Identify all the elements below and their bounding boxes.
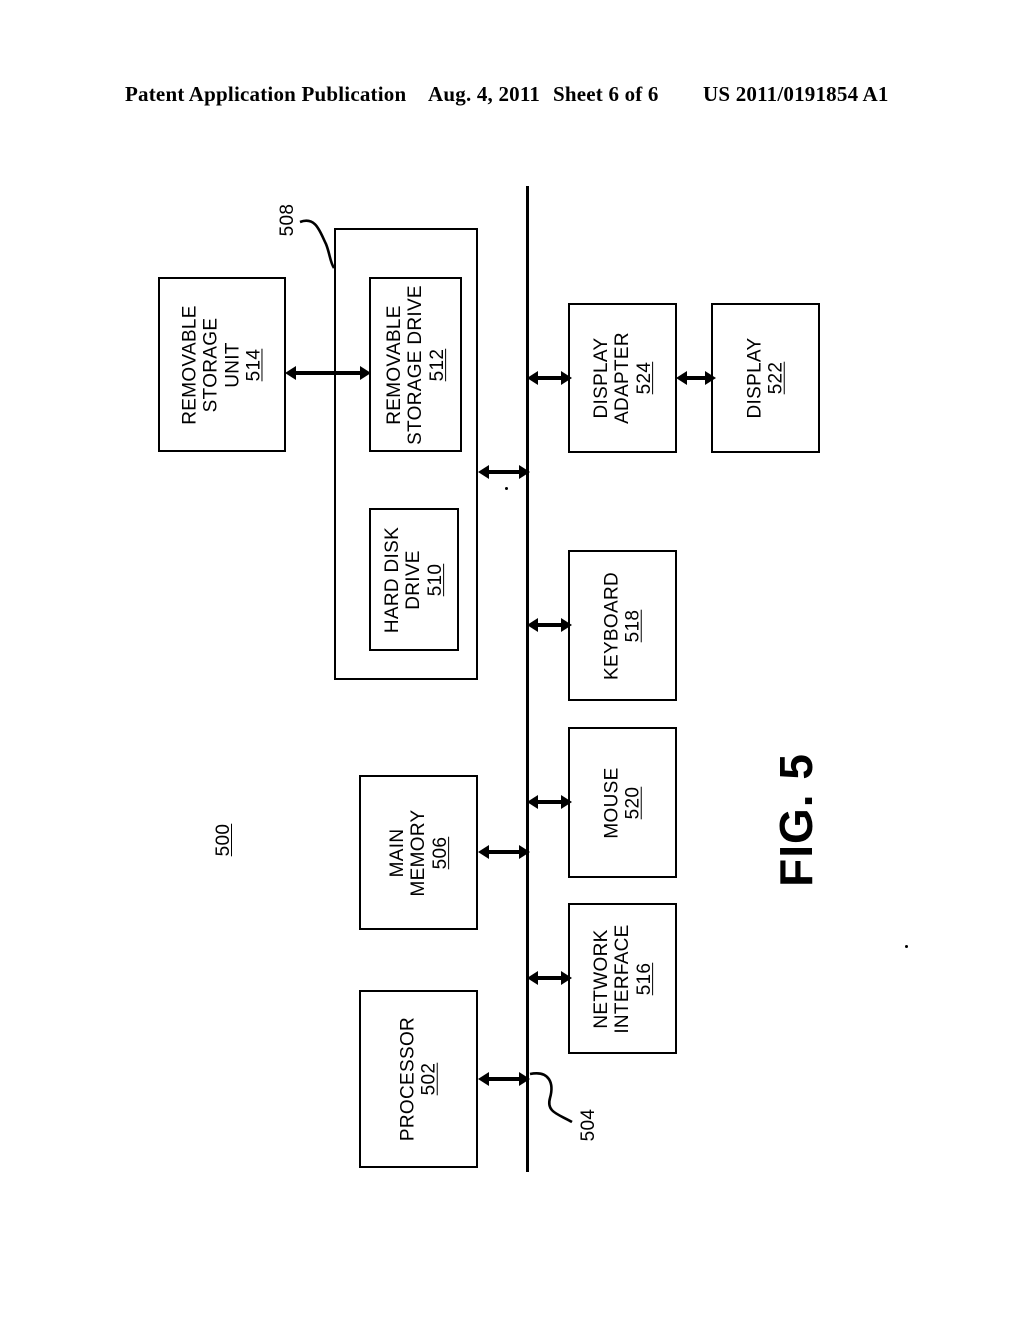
block-main-memory-label: MAIN MEMORY 506: [386, 809, 451, 896]
arrow-bus-to-network-interface: [527, 971, 572, 985]
block-main-memory: MAIN MEMORY 506: [359, 775, 478, 930]
block-processor-label: PROCESSOR 502: [397, 1016, 440, 1142]
block-removable-storage-drive-label: REMOVABLE STORAGE DRIVE 512: [383, 284, 448, 445]
block-processor: PROCESSOR 502: [359, 990, 478, 1168]
arrow-removable-unit-to-drive: [285, 366, 371, 380]
block-mouse-label: MOUSE 520: [601, 766, 644, 839]
block-display: DISPLAY 522: [711, 303, 820, 453]
arrow-display-adapter-to-display: [676, 371, 716, 385]
block-keyboard: KEYBOARD 518: [568, 550, 677, 701]
arrow-main-memory-to-bus: [478, 845, 530, 859]
figure-caption: FIG. 5: [716, 740, 876, 900]
scan-speck-secondary: [905, 945, 908, 948]
scan-speck: [505, 487, 508, 490]
ref-numeral-508: 508: [277, 203, 298, 237]
block-display-label: DISPLAY 522: [744, 337, 787, 419]
figure-caption-text: FIG. 5: [770, 753, 822, 887]
block-hard-disk-drive: HARD DISK DRIVE 510: [369, 508, 459, 651]
header-publication-label: Patent Application Publication: [125, 82, 407, 106]
header-sheet-label: Sheet 6 of 6: [553, 82, 659, 106]
block-mouse: MOUSE 520: [568, 727, 677, 878]
block-network-interface: NETWORK INTERFACE 516: [568, 903, 677, 1054]
block-removable-storage-drive: REMOVABLE STORAGE DRIVE 512: [369, 277, 462, 452]
header-patent-number: US 2011/0191854 A1: [703, 82, 889, 106]
arrow-bus-to-mouse: [527, 795, 572, 809]
arrow-bus-to-keyboard: [527, 618, 572, 632]
header-date-label: Aug. 4, 2011: [428, 82, 541, 106]
block-display-adapter: DISPLAY ADAPTER 524: [568, 303, 677, 453]
block-hard-disk-drive-label: HARD DISK DRIVE 510: [382, 526, 446, 633]
page-header: Patent Application Publication Aug. 4, 2…: [0, 82, 1024, 112]
block-keyboard-label: KEYBOARD 518: [601, 571, 644, 680]
ref-numeral-504: 504: [578, 1108, 599, 1142]
arrow-processor-to-bus: [478, 1072, 530, 1086]
block-network-interface-label: NETWORK INTERFACE 516: [590, 923, 655, 1034]
arrow-bus-to-display-adapter: [527, 371, 572, 385]
block-removable-storage-unit: REMOVABLE STORAGE UNIT 514: [158, 277, 286, 452]
patent-figure-page: Patent Application Publication Aug. 4, 2…: [0, 0, 1024, 1320]
block-removable-storage-unit-label: REMOVABLE STORAGE UNIT 514: [179, 304, 265, 425]
ref-numeral-500: 500: [213, 823, 234, 857]
arrow-secondary-memory-to-bus: [478, 465, 530, 479]
system-bus-line: [526, 186, 529, 1172]
block-display-adapter-label: DISPLAY ADAPTER 524: [590, 332, 655, 424]
